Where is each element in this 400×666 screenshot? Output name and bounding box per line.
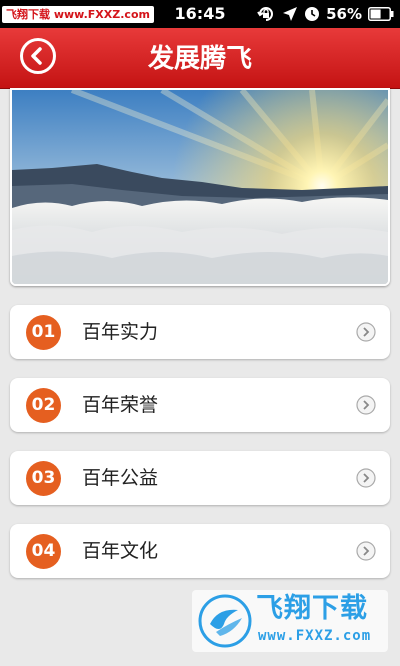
status-icons: 56% — [256, 4, 394, 24]
menu-item-label: 百年文化 — [82, 540, 159, 562]
rotation-lock-icon — [257, 7, 274, 21]
watermark-logo-icon — [198, 594, 252, 648]
chevron-right-icon — [356, 468, 376, 488]
status-bar: 飞翔下载 www.FXXZ.com 16:45 56% — [0, 0, 400, 28]
item-number-badge: 04 — [26, 534, 61, 569]
page-title: 发展腾飞 — [147, 44, 252, 74]
header-bar: 发展腾飞 — [0, 28, 400, 89]
item-number-badge: 02 — [26, 388, 61, 423]
item-number-badge: 03 — [26, 461, 61, 496]
watermark-brand: 飞翔下载 — [256, 593, 368, 624]
alarm-icon — [305, 7, 320, 21]
chevron-right-icon — [356, 541, 376, 561]
watermark-url: www.FXXZ.com — [258, 628, 372, 644]
battery-percent: 56% — [326, 5, 362, 23]
site-watermark: 飞翔下载 www.FXXZ.com — [192, 590, 388, 652]
menu-item-label: 百年实力 — [82, 321, 159, 343]
menu-item-4[interactable]: 04 百年文化 — [10, 524, 390, 578]
menu-item-1[interactable]: 01 百年实力 — [10, 305, 390, 359]
menu-item-2[interactable]: 02 百年荣誉 — [10, 378, 390, 432]
battery-icon — [368, 7, 394, 21]
chevron-right-icon — [356, 395, 376, 415]
chevron-right-icon — [356, 322, 376, 342]
banner-image — [10, 88, 390, 286]
item-number-badge: 01 — [26, 315, 61, 350]
menu-item-label: 百年荣誉 — [82, 394, 159, 416]
menu-item-label: 百年公益 — [82, 467, 159, 489]
location-icon — [283, 7, 298, 21]
menu-item-3[interactable]: 03 百年公益 — [10, 451, 390, 505]
